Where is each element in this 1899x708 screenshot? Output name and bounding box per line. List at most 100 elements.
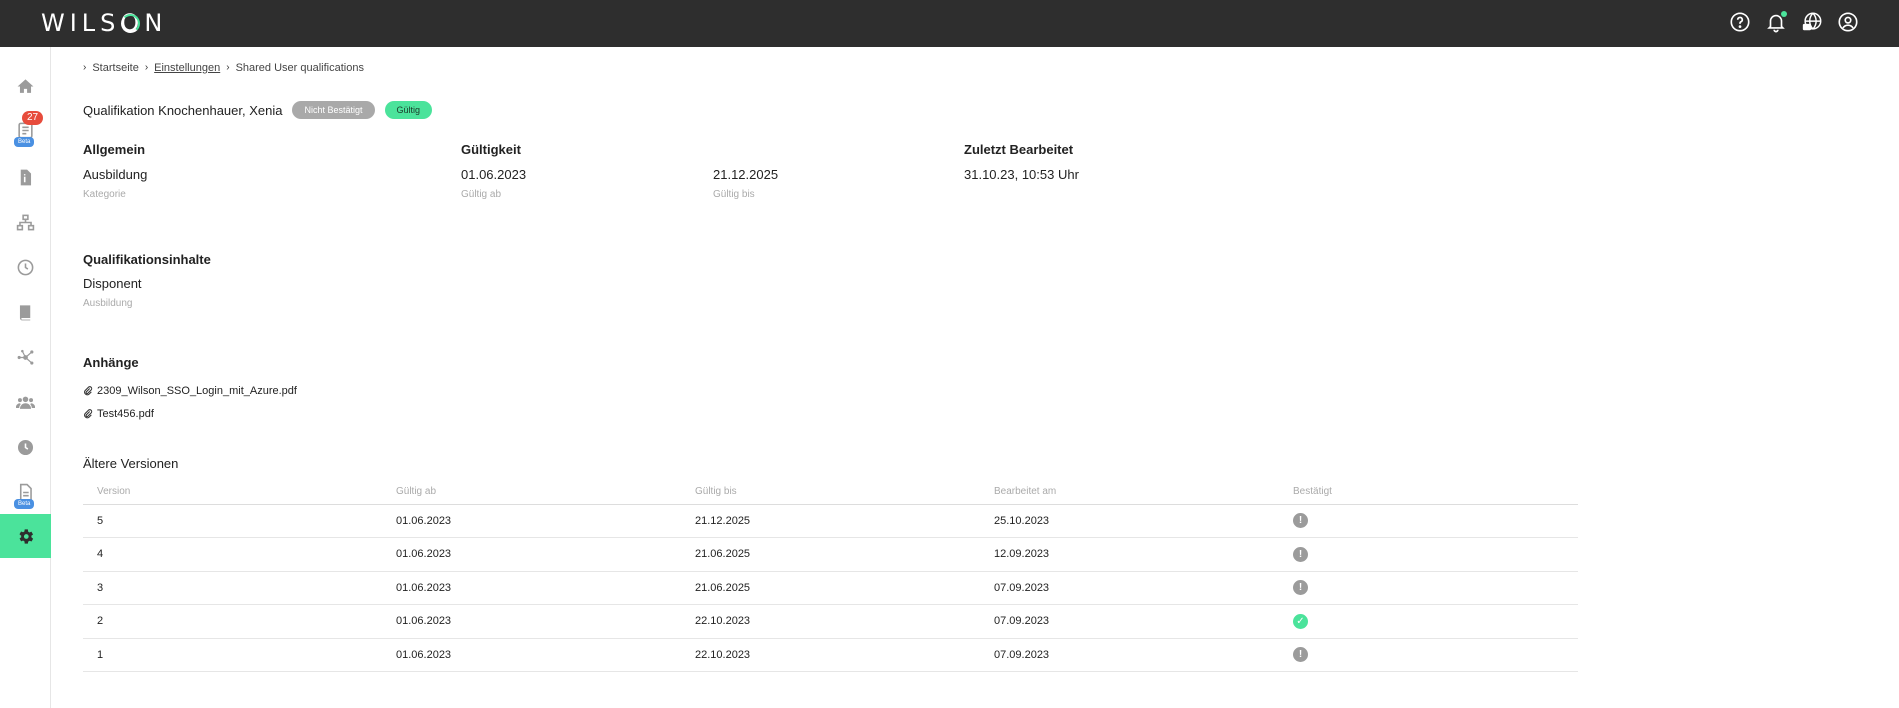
sidebar-item-time[interactable] <box>0 245 51 289</box>
network-icon <box>17 349 34 365</box>
history-icon <box>17 439 34 455</box>
table-row[interactable]: 2 01.06.2023 22.10.2023 07.09.2023 ✓ <box>83 604 1578 639</box>
confirmed-cell: ! <box>1279 537 1578 572</box>
older-versions-heading: Ältere Versionen <box>83 456 179 471</box>
beta-badge: Beta <box>14 499 35 509</box>
main-content: › Startseite › Einstellungen › Shared Us… <box>51 47 1899 708</box>
top-icons <box>1729 11 1859 33</box>
gear-icon <box>19 528 34 544</box>
contents-value: Disponent <box>83 276 142 291</box>
valid-to-value: 21.12.2025 <box>713 167 779 182</box>
valid-to-cell: 22.10.2023 <box>681 638 980 672</box>
table-row[interactable]: 5 01.06.2023 21.12.2025 25.10.2023! <box>83 504 1578 538</box>
category-label: Kategorie <box>83 189 126 200</box>
last-edited-value: 31.10.23, 10:53 Uhr <box>964 167 1079 182</box>
valid-from-cell: 01.06.2023 <box>382 504 681 538</box>
title-row: Qualifikation Knochenhauer, Xenia Nicht … <box>83 101 433 119</box>
contents-heading: Qualifikationsinhalte <box>83 252 211 267</box>
confirmed-cell: ! <box>1279 504 1578 538</box>
general-heading: Allgemein <box>83 142 146 157</box>
valid-to-cell: 21.12.2025 <box>681 504 980 538</box>
edited-on-cell: 07.09.2023 <box>980 638 1279 672</box>
version-cell: 2 <box>83 604 382 639</box>
valid-to-cell: 21.06.2025 <box>681 571 980 605</box>
user-icon[interactable] <box>1837 11 1859 33</box>
confirmed-cell: ! <box>1279 638 1578 672</box>
globe-icon[interactable] <box>1801 11 1823 33</box>
version-cell: 4 <box>83 537 382 572</box>
sidebar-item-reports[interactable]: Beta <box>0 470 51 514</box>
table-header-row: Version Gültig ab Gültig bis Bearbeitet … <box>83 477 1578 505</box>
breadcrumb-item-settings[interactable]: Einstellungen <box>154 62 220 74</box>
sidebar-item-home[interactable] <box>0 64 51 108</box>
column-header-valid-from: Gültig ab <box>382 477 681 505</box>
book-icon <box>19 304 31 320</box>
sidebar-item-hierarchy[interactable] <box>0 200 51 244</box>
exclamation-icon: ! <box>1293 580 1308 596</box>
contents-label: Ausbildung <box>83 298 133 309</box>
top-bar: WILSON <box>0 0 1899 47</box>
valid-from-cell: 01.06.2023 <box>382 638 681 672</box>
edited-on-cell: 25.10.2023 <box>980 504 1279 538</box>
logo[interactable]: WILSON <box>41 9 167 37</box>
chevron-right-icon: › <box>144 62 149 73</box>
column-header-confirmed: Bestätigt <box>1279 477 1578 505</box>
hierarchy-icon <box>16 214 35 230</box>
column-header-edited-on: Bearbeitet am <box>980 477 1279 505</box>
notification-dot <box>1781 11 1787 17</box>
sidebar-item-network[interactable] <box>0 335 51 379</box>
breadcrumb-item-current: Shared User qualifications <box>235 62 364 74</box>
validity-heading: Gültigkeit <box>461 142 521 157</box>
table-row[interactable]: 3 01.06.2023 21.06.2025 07.09.2023! <box>83 571 1578 605</box>
column-header-valid-to: Gültig bis <box>681 477 980 505</box>
home-icon <box>17 78 34 93</box>
valid-to-cell: 21.06.2025 <box>681 537 980 572</box>
notification-count-badge: 27 <box>22 111 44 125</box>
clock-icon <box>17 259 34 275</box>
attachment-filename: Test456.pdf <box>97 408 154 420</box>
confirmed-cell: ✓ <box>1279 604 1578 639</box>
version-cell: 3 <box>83 571 382 605</box>
sidebar-item-history[interactable] <box>0 425 51 469</box>
exclamation-icon: ! <box>1293 647 1308 663</box>
sidebar-item-book[interactable] <box>0 290 51 334</box>
help-icon[interactable] <box>1729 11 1751 33</box>
bell-icon[interactable] <box>1765 11 1787 33</box>
version-cell: 1 <box>83 638 382 672</box>
paperclip-icon <box>84 386 93 396</box>
valid-from-cell: 01.06.2023 <box>382 571 681 605</box>
sidebar-item-tasks[interactable]: 27 Beta <box>0 108 51 152</box>
chevron-right-icon: › <box>83 62 87 73</box>
edited-on-cell: 07.09.2023 <box>980 604 1279 639</box>
table-row[interactable]: 1 01.06.2023 22.10.2023 07.09.2023! <box>83 638 1578 672</box>
exclamation-icon: ! <box>1293 513 1308 529</box>
paperclip-icon <box>84 409 93 419</box>
versions-table: Version Gültig ab Gültig bis Bearbeitet … <box>83 477 1578 672</box>
attachment-link[interactable]: Test456.pdf <box>83 408 154 420</box>
column-header-version: Version <box>83 477 382 505</box>
sidebar-item-users[interactable] <box>0 380 51 424</box>
sidebar-item-settings[interactable] <box>0 514 51 558</box>
last-edited-heading: Zuletzt Bearbeitet <box>964 142 1074 157</box>
sidebar: 27 Beta Beta <box>0 47 51 708</box>
valid-from-value: 01.06.2023 <box>461 167 527 182</box>
breadcrumb: › Startseite › Einstellungen › Shared Us… <box>83 62 364 74</box>
beta-badge: Beta <box>14 137 35 147</box>
chevron-right-icon: › <box>226 62 230 73</box>
attachment-filename: 2309_Wilson_SSO_Login_mit_Azure.pdf <box>97 385 297 397</box>
attachment-link[interactable]: 2309_Wilson_SSO_Login_mit_Azure.pdf <box>83 385 297 397</box>
status-badge-unconfirmed: Nicht Bestätigt <box>292 101 375 119</box>
edited-on-cell: 07.09.2023 <box>980 571 1279 605</box>
sidebar-item-documents[interactable] <box>0 155 51 199</box>
check-icon: ✓ <box>1293 613 1308 629</box>
confirmed-cell: ! <box>1279 571 1578 605</box>
table-row[interactable]: 4 01.06.2023 21.06.2025 12.09.2023! <box>83 537 1578 572</box>
document-icon <box>20 169 32 185</box>
page-title: Qualifikation Knochenhauer, Xenia <box>83 102 283 118</box>
category-value: Ausbildung <box>83 167 148 182</box>
attachments-heading: Anhänge <box>83 355 139 370</box>
valid-from-cell: 01.06.2023 <box>382 537 681 572</box>
status-badge-valid: Gültig <box>384 101 433 119</box>
valid-from-label: Gültig ab <box>461 189 502 200</box>
breadcrumb-item-home[interactable]: Startseite <box>92 62 138 74</box>
